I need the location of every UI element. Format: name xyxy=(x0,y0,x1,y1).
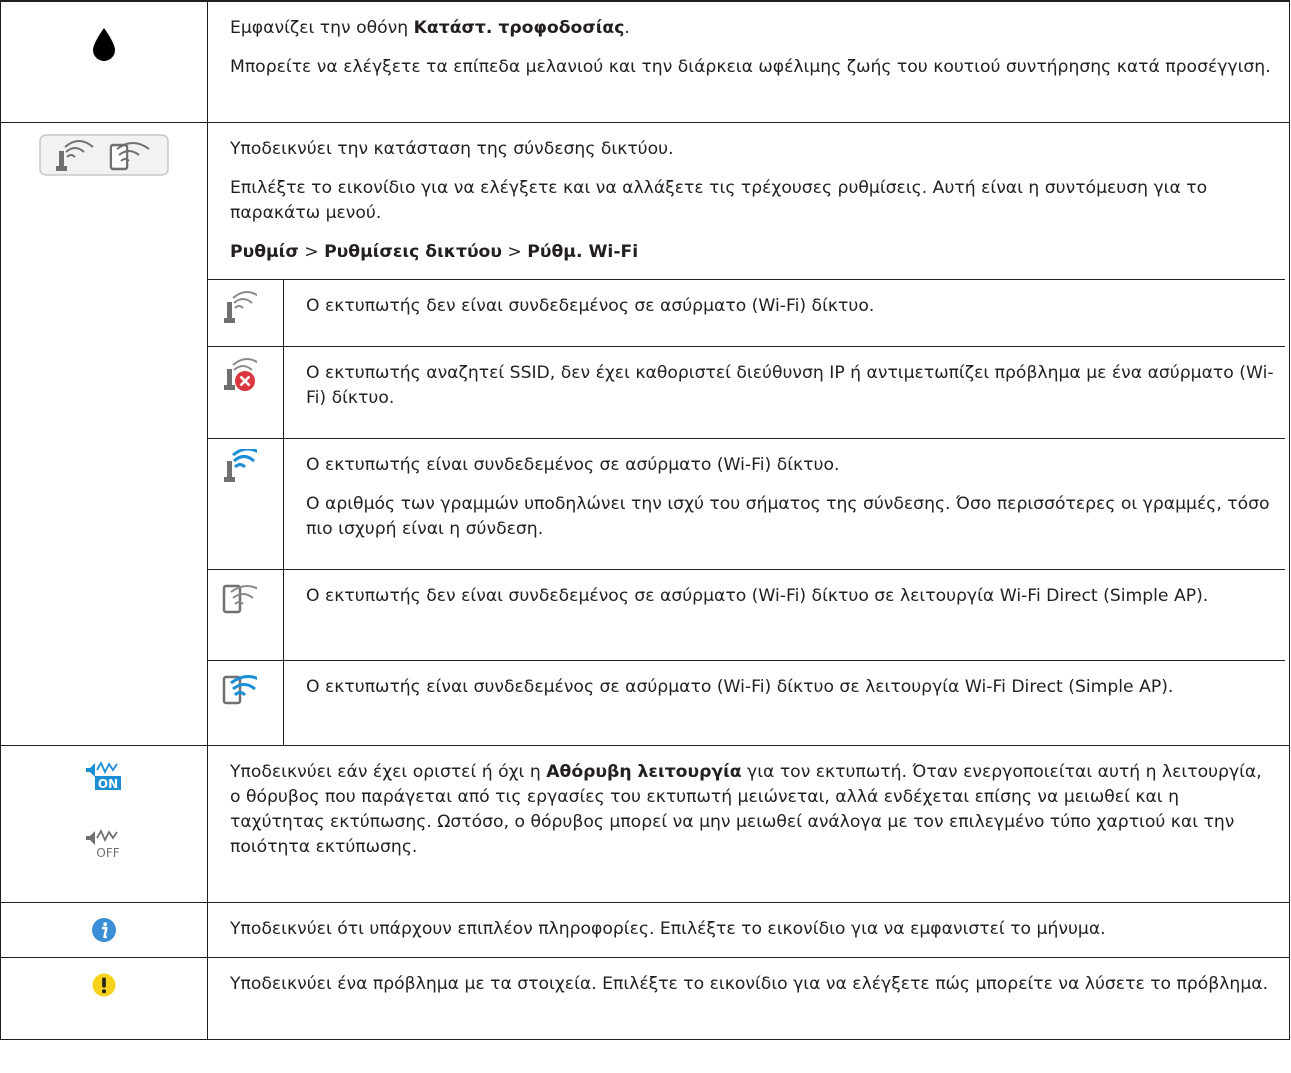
quiet-mode-name: Αθόρυβη λειτουργία xyxy=(546,762,742,782)
ink-drop-icon xyxy=(93,28,115,61)
menu-path-settings: Ρυθμίσ xyxy=(230,241,299,262)
menu-path-separator: > xyxy=(501,241,528,262)
ink-text-post: . xyxy=(624,18,630,38)
menu-path-separator: > xyxy=(298,241,325,262)
ink-description: Εμφανίζει την οθόνη Κατάστ. τροφοδοσίας. xyxy=(230,16,1275,41)
quiet-off-label: OFF xyxy=(96,846,119,860)
row-info: Υποδεικνύει ότι υπάρχουν επιπλέον πληροφ… xyxy=(0,902,1290,958)
wifi-disconnected-text: Ο εκτυπωτής δεν είναι συνδεδεμένος σε ασ… xyxy=(306,295,875,316)
wifi-strength-text: Ο αριθμός των γραμμών υποδηλώνει την ισχ… xyxy=(306,493,1270,539)
row-quiet-mode: ON OFF Υποδεικνύει εάν έχει οριστεί ή όχ… xyxy=(0,745,1290,903)
subrow-wifi-connected: Ο εκτυπωτής είναι συνδεδεμένος σε ασύρμα… xyxy=(208,437,1285,569)
ink-screen-name: Κατάστ. τροφοδοσίας xyxy=(413,18,625,38)
quiet-mode-on-icon: ON xyxy=(86,761,121,791)
ink-detail: Μπορείτε να ελέγξετε τα επίπεδα μελανιού… xyxy=(230,57,1271,77)
network-detail: Επιλέξτε το εικονίδιο για να ελέγξετε κα… xyxy=(230,177,1208,223)
menu-path-wifi-setup: Ρύθμ. Wi-Fi xyxy=(527,241,639,262)
menu-path: Ρυθμίσ > Ρυθμίσεις δικτύου > Ρύθμ. Wi-Fi xyxy=(230,240,1275,265)
subrow-wifi-direct-connected: Ο εκτυπωτής είναι συνδεδεμένος σε ασύρμα… xyxy=(208,659,1285,745)
wifi-direct-connected-text: Ο εκτυπωτής είναι συνδεδεμένος σε ασύρμα… xyxy=(306,676,1174,697)
wifi-connected-icon xyxy=(224,448,257,482)
ink-text-pre: Εμφανίζει την οθόνη xyxy=(230,18,414,38)
wifi-error-icon xyxy=(224,357,257,391)
subrow-wifi-direct-disconnected: Ο εκτυπωτής δεν είναι συνδεδεμένος σε ασ… xyxy=(208,568,1285,660)
warning-description: Υποδεικνύει ένα πρόβλημα με τα στοιχεία.… xyxy=(230,974,1269,994)
row-network-status: Υποδεικνύει την κατάσταση της σύνδεσης δ… xyxy=(0,121,1290,746)
wifi-connected-text: Ο εκτυπωτής είναι συνδεδεμένος σε ασύρμα… xyxy=(306,454,840,475)
row-ink-status: Εμφανίζει την οθόνη Κατάστ. τροφοδοσίας.… xyxy=(0,0,1290,123)
quiet-text-pre: Υποδεικνύει εάν έχει οριστεί ή όχι η xyxy=(230,762,547,782)
quiet-mode-description: Υποδεικνύει εάν έχει οριστεί ή όχι η Αθό… xyxy=(230,760,1275,860)
network-status-button-icon xyxy=(39,133,169,176)
quiet-on-label: ON xyxy=(98,777,118,791)
icon-reference-document: Εμφανίζει την οθόνη Κατάστ. τροφοδοσίας.… xyxy=(0,0,1290,1040)
info-icon xyxy=(92,918,116,942)
wifi-disconnected-icon xyxy=(224,290,257,323)
network-description: Υποδεικνύει την κατάσταση της σύνδεσης δ… xyxy=(230,138,674,159)
quiet-mode-off-icon: OFF xyxy=(86,829,120,860)
wifi-direct-disconnected-text: Ο εκτυπωτής δεν είναι συνδεδεμένος σε ασ… xyxy=(306,585,1209,606)
row-warning: Υποδεικνύει ένα πρόβλημα με τα στοιχεία.… xyxy=(0,957,1290,1040)
info-description: Υποδεικνύει ότι υπάρχουν επιπλέον πληροφ… xyxy=(230,919,1106,939)
network-icon-subtable: Ο εκτυπωτής δεν είναι συνδεδεμένος σε ασ… xyxy=(208,278,1285,745)
subrow-wifi-disconnected: Ο εκτυπωτής δεν είναι συνδεδεμένος σε ασ… xyxy=(208,278,1285,346)
wifi-error-text: Ο εκτυπωτής αναζητεί SSID, δεν έχει καθο… xyxy=(306,362,1274,408)
wifi-direct-disconnected-icon xyxy=(222,584,257,613)
subrow-wifi-error: Ο εκτυπωτής αναζητεί SSID, δεν έχει καθο… xyxy=(208,345,1285,438)
warning-icon xyxy=(92,973,116,997)
wifi-direct-connected-icon xyxy=(222,674,257,704)
icon-table: Εμφανίζει την οθόνη Κατάστ. τροφοδοσίας.… xyxy=(0,0,1290,1040)
menu-path-network-settings: Ρυθμίσεις δικτύου xyxy=(324,241,502,262)
